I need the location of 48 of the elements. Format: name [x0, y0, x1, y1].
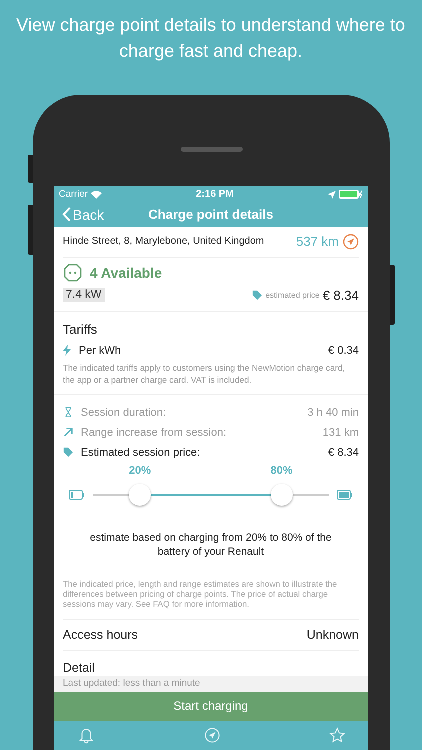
hourglass-icon	[63, 407, 74, 418]
price-label: estimated price	[266, 290, 320, 300]
distance-text: 537 km	[296, 234, 339, 250]
session-value: 3 h 40 min	[308, 406, 359, 419]
address-text: Hinde Street, 8, Marylebone, United Kingdom	[63, 236, 264, 248]
tag-icon	[252, 290, 263, 301]
tariff-label: Per kWh	[79, 344, 122, 357]
chevron-icon	[62, 207, 71, 222]
slider-thumb[interactable]	[129, 484, 152, 506]
session-label: Estimated session price:	[81, 446, 200, 459]
time-label: 2:16 PM	[196, 189, 234, 200]
slider-thumb[interactable]	[270, 484, 293, 506]
plug-socket-icon	[63, 262, 83, 283]
battery-icon	[338, 190, 363, 200]
tariff-value: € 0.34	[328, 344, 359, 357]
tag-icon	[63, 447, 74, 458]
back-button[interactable]: Back	[54, 206, 110, 224]
section-title: Detail	[63, 660, 96, 675]
slider-value: 80%	[270, 464, 293, 477]
detail-value: Unknown	[306, 628, 359, 642]
estimate-text: estimate based on charging from 20% to 80% of the battery of your Renault	[89, 530, 333, 559]
screen-title: Charge point details	[148, 207, 274, 222]
section-title: Tariffs	[63, 322, 98, 337]
carrier-label: Carrier	[59, 189, 88, 200]
arrow-icon	[63, 427, 74, 438]
battery-full-icon	[337, 490, 353, 500]
session-value: € 8.34	[328, 446, 359, 459]
update-text: Last updated: less than a minute	[63, 678, 200, 690]
availability-text: 4 Available	[90, 264, 162, 281]
disclaimer-text: The indicated price, length and range estimates are shown to illustrate the differences between pricing of charge points. The price of actual charge sessions may vary. See FAQ for more information.	[63, 558, 359, 620]
detail-label: Access hours	[63, 628, 138, 642]
battery-low-icon	[69, 490, 85, 500]
speaker-grille	[181, 147, 243, 152]
lightning-icon	[63, 345, 71, 356]
location-icon	[328, 190, 336, 199]
session-label: Session duration:	[81, 406, 166, 419]
tariff-note: The indicated tariffs apply to customers using the NewMotion charge card, the app or a partner charge card. VAT is included.	[63, 362, 346, 387]
price-text: € 8.34	[322, 288, 359, 303]
star-icon[interactable]	[329, 727, 346, 744]
headline: View charge point details to understand where to charge fast and cheap.	[16, 15, 406, 61]
start-charging-button[interactable]: Start charging	[54, 692, 368, 722]
bell-icon[interactable]	[78, 727, 95, 744]
navigation-icon[interactable]	[343, 234, 359, 250]
power-badge: 7.4 kW	[63, 288, 105, 302]
session-value: 131 km	[322, 426, 359, 439]
session-label: Range increase from session:	[81, 426, 227, 439]
wifi-icon	[91, 190, 102, 199]
slider-value: 20%	[129, 464, 152, 477]
